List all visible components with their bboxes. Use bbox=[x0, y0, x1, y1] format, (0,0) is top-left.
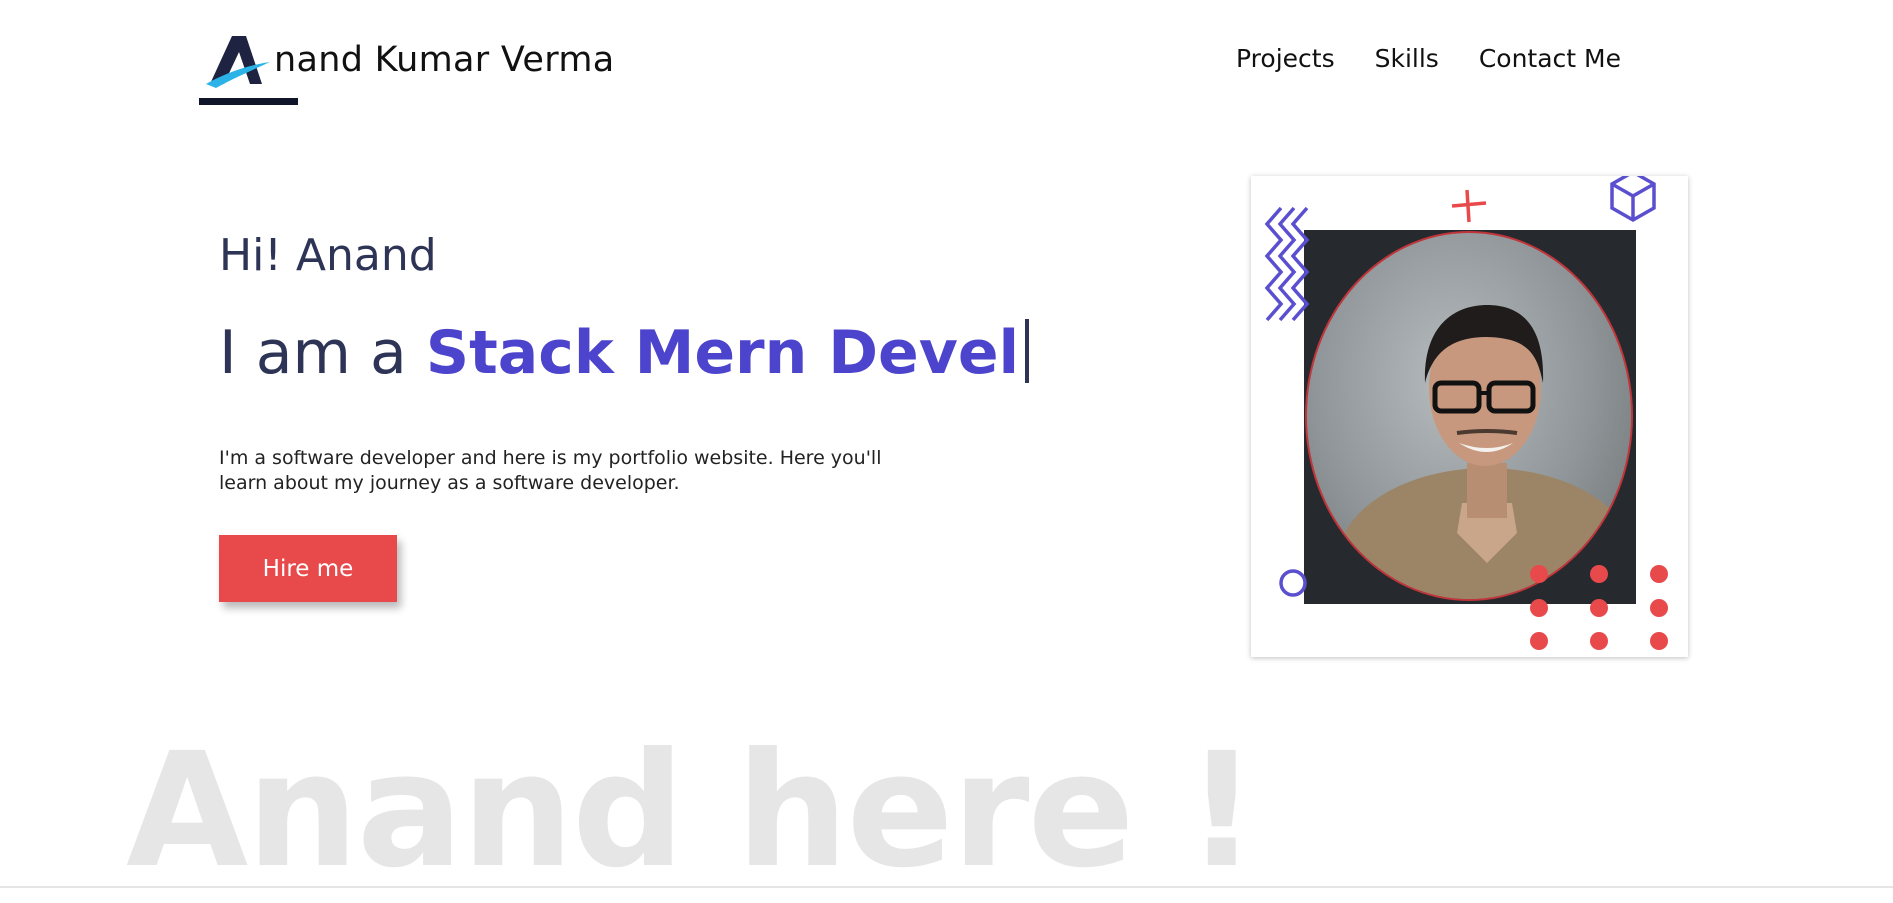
nav-skills[interactable]: Skills bbox=[1375, 44, 1439, 73]
profile-card bbox=[1251, 176, 1688, 657]
typing-caret bbox=[1025, 319, 1030, 383]
logo-a-icon bbox=[206, 36, 270, 88]
main-nav: Projects Skills Contact Me bbox=[1236, 44, 1621, 73]
brand-name: nand Kumar Verma bbox=[274, 40, 615, 80]
ring-icon bbox=[1279, 569, 1307, 597]
nav-contact-me[interactable]: Contact Me bbox=[1479, 44, 1621, 73]
dot-grid-icon bbox=[1530, 565, 1668, 650]
logo-strip bbox=[199, 98, 298, 105]
headline-role: Stack Mern Devel bbox=[425, 318, 1020, 388]
nav-projects[interactable]: Projects bbox=[1236, 44, 1335, 73]
brand-logo[interactable]: nand Kumar Verma bbox=[199, 22, 614, 105]
headline-prefix: I am a bbox=[219, 318, 426, 388]
plus-icon bbox=[1451, 189, 1487, 223]
hero-greeting: Hi! Anand bbox=[219, 230, 437, 281]
zigzag-icon bbox=[1264, 206, 1310, 322]
background-watermark-text: Anand here ! bbox=[126, 719, 1258, 903]
hero-intro: I'm a software developer and here is my … bbox=[219, 447, 882, 494]
hire-me-button[interactable]: Hire me bbox=[219, 535, 397, 602]
hero-headline: I am a Stack Mern Devel bbox=[219, 318, 1030, 388]
cube-icon bbox=[1610, 176, 1656, 223]
card-decorations bbox=[1264, 176, 1668, 650]
